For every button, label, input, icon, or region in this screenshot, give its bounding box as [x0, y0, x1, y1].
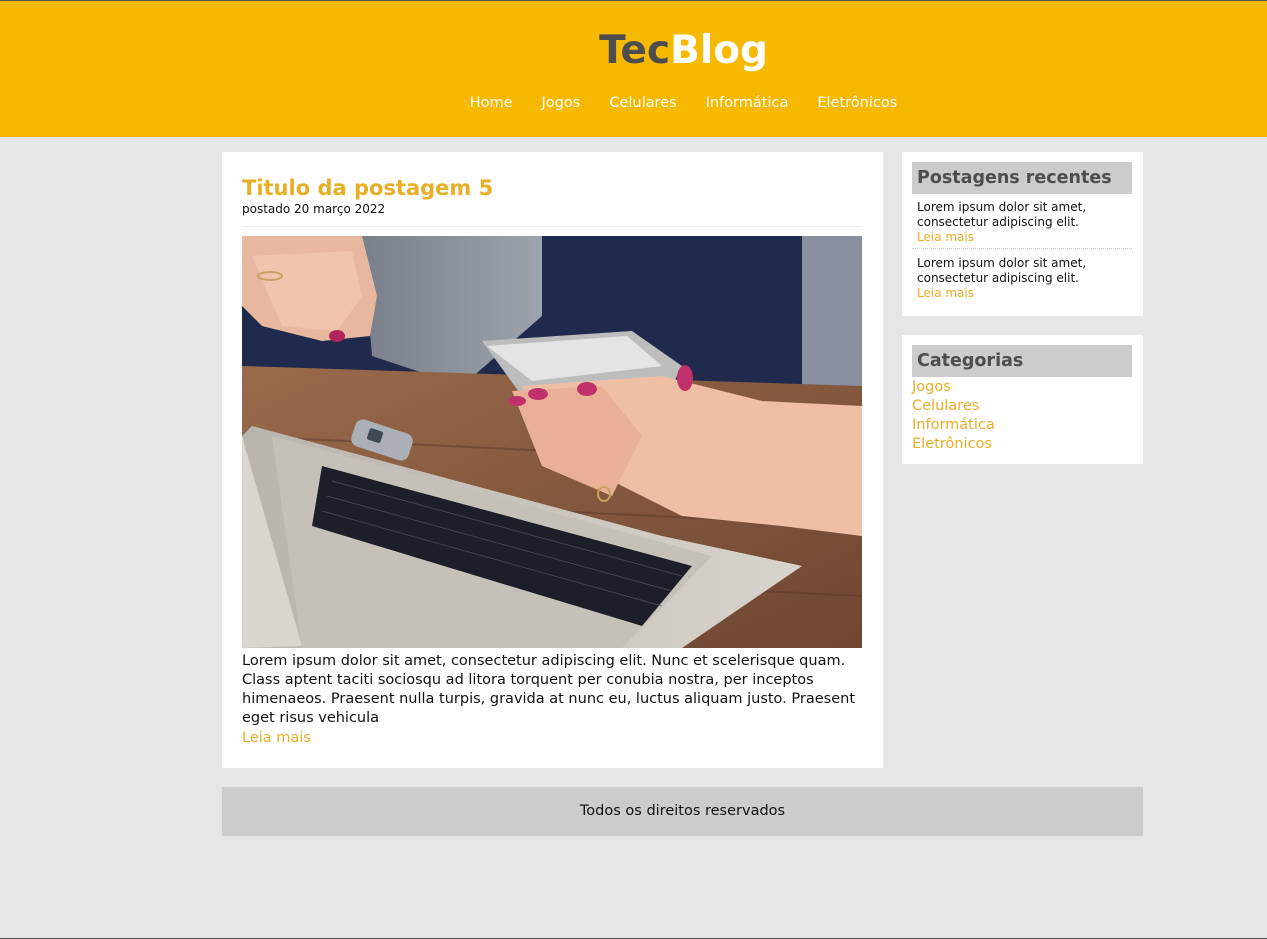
footer-copyright: Todos os direitos reservados: [579, 803, 786, 819]
recent-post-read-more-link[interactable]: Leia mais: [917, 230, 1132, 245]
site-logo[interactable]: TecBlog: [0, 27, 1267, 75]
logo-part-tec: Tec: [599, 28, 671, 73]
nav-link-celulares[interactable]: Celulares: [609, 93, 676, 113]
post-excerpt: Lorem ipsum dolor sit amet, consectetur …: [242, 653, 856, 726]
category-link-eletronicos[interactable]: Eletrônicos: [912, 435, 995, 454]
category-item: Jogos: [912, 378, 995, 397]
logo-part-blog: Blog: [670, 28, 768, 73]
categories-widget: Categorias Jogos Celulares Informática E…: [902, 335, 1143, 464]
site-header: TecBlog Home Jogos Celulares Informática…: [0, 1, 1267, 137]
nav-link-jogos[interactable]: Jogos: [542, 93, 581, 113]
post-read-more-link[interactable]: Leia mais: [242, 729, 311, 748]
categories-title: Categorias: [912, 345, 1132, 377]
recent-post-excerpt: Lorem ipsum dolor sit amet, consectetur …: [917, 256, 1087, 285]
post-date: postado 20 março 2022: [242, 202, 386, 216]
category-item: Eletrônicos: [912, 435, 995, 454]
post-image: [242, 236, 862, 648]
category-link-jogos[interactable]: Jogos: [912, 378, 995, 397]
nav-link-home[interactable]: Home: [470, 93, 513, 113]
category-item: Informática: [912, 416, 995, 435]
categories-list: Jogos Celulares Informática Eletrônicos: [912, 378, 995, 454]
category-link-informatica[interactable]: Informática: [912, 416, 995, 435]
site-footer: Todos os direitos reservados: [222, 787, 1143, 836]
category-link-celulares[interactable]: Celulares: [912, 397, 995, 416]
nav-link-informatica[interactable]: Informática: [706, 93, 789, 113]
recent-post-read-more-link[interactable]: Leia mais: [917, 286, 1132, 301]
post-divider: [242, 226, 862, 227]
recent-post-item: Lorem ipsum dolor sit amet, consectetur …: [912, 256, 1132, 301]
main-nav: Home Jogos Celulares Informática Eletrôn…: [0, 93, 1267, 113]
recent-post-item: Lorem ipsum dolor sit amet, consectetur …: [912, 200, 1132, 249]
recent-posts-widget: Postagens recentes Lorem ipsum dolor sit…: [902, 152, 1143, 316]
blog-post: Titulo da postagem 5 postado 20 março 20…: [222, 152, 883, 768]
recent-post-excerpt: Lorem ipsum dolor sit amet, consectetur …: [917, 200, 1087, 229]
category-item: Celulares: [912, 397, 995, 416]
recent-posts-title: Postagens recentes: [912, 162, 1132, 194]
post-title[interactable]: Titulo da postagem 5: [242, 174, 493, 202]
nav-link-eletronicos[interactable]: Eletrônicos: [817, 93, 897, 113]
